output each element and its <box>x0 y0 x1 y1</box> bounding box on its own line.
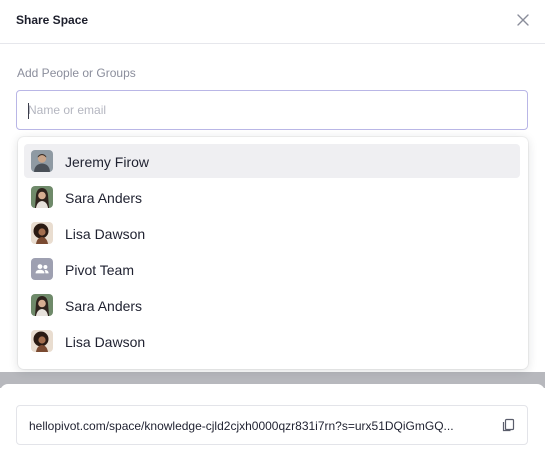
suggestion-name: Lisa Dawson <box>65 226 146 242</box>
avatar <box>31 294 53 316</box>
dialog-title: Share Space <box>16 13 89 27</box>
suggestion-item-pivot-team[interactable]: Pivot Team <box>24 252 520 286</box>
people-search-field[interactable] <box>16 90 528 130</box>
suggestion-name: Jeremy Firow <box>65 154 150 170</box>
suggestion-name: Lisa Dawson <box>65 334 146 350</box>
dialog-header: Share Space <box>0 0 545 44</box>
avatar <box>31 330 53 352</box>
suggestion-name: Sara Anders <box>65 190 143 206</box>
suggestion-dropdown: Jeremy Firow Sara Anders Lisa Dawson Piv… <box>18 137 528 369</box>
add-people-label: Add People or Groups <box>17 66 136 80</box>
users-icon <box>35 264 49 274</box>
text-cursor <box>28 103 29 119</box>
share-link-field[interactable]: hellopivot.com/space/knowledge-cjld2cjxh… <box>16 405 528 445</box>
team-avatar <box>31 258 53 280</box>
suggestion-item-lisa-dawson[interactable]: Lisa Dawson <box>24 324 520 358</box>
copy-link-button[interactable] <box>500 417 516 433</box>
avatar <box>31 150 53 172</box>
suggestion-item-lisa-dawson[interactable]: Lisa Dawson <box>24 216 520 250</box>
people-search-input[interactable] <box>17 91 527 129</box>
avatar <box>31 222 53 244</box>
avatar <box>31 186 53 208</box>
share-link-url: hellopivot.com/space/knowledge-cjld2cjxh… <box>29 419 454 433</box>
suggestion-name: Sara Anders <box>65 298 143 314</box>
share-link-panel: hellopivot.com/space/knowledge-cjld2cjxh… <box>0 384 545 460</box>
suggestion-item-sara-anders[interactable]: Sara Anders <box>24 180 520 214</box>
suggestion-item-jeremy-firow[interactable]: Jeremy Firow <box>24 144 520 178</box>
close-button[interactable] <box>515 12 531 28</box>
copy-icon <box>502 418 515 432</box>
suggestion-item-sara-anders[interactable]: Sara Anders <box>24 288 520 322</box>
close-icon <box>517 14 529 26</box>
suggestion-name: Pivot Team <box>65 262 134 278</box>
